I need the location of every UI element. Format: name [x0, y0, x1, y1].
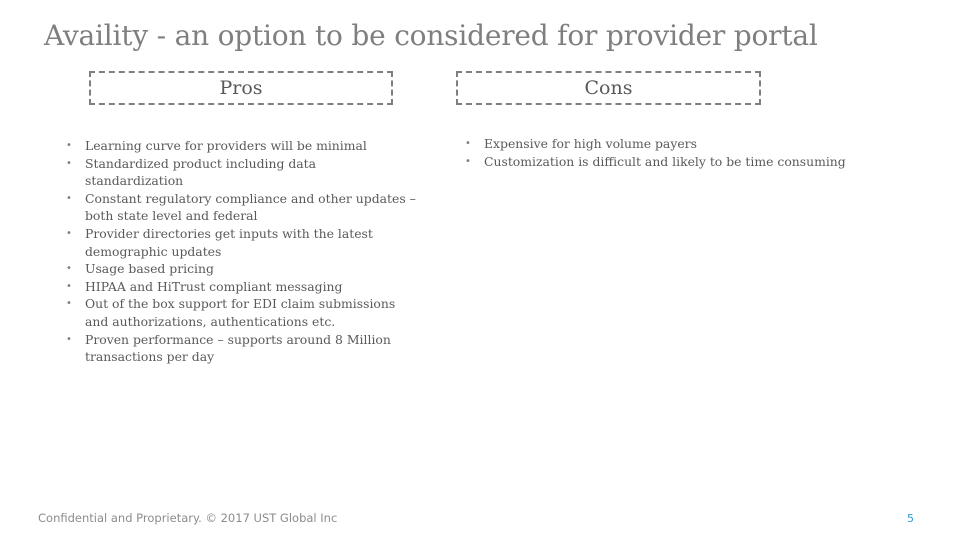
bullet-icon: •: [66, 157, 72, 169]
pros-item-text: Provider directories get inputs with the…: [85, 225, 373, 259]
pros-header-box: Pros: [89, 71, 393, 105]
bullet-icon: •: [465, 138, 471, 149]
pros-item-text: HIPAA and HiTrust compliant messaging: [85, 278, 343, 294]
pros-item-text: Usage based pricing: [85, 261, 214, 277]
list-item: • Constant regulatory compliance and othe…: [66, 190, 416, 225]
cons-list: • Expensive for high volume payers • Custo…: [465, 135, 905, 170]
list-item: • Proven performance – supports around 8 …: [66, 331, 416, 366]
bullet-icon: •: [66, 333, 72, 345]
bullet-icon: •: [66, 192, 72, 204]
bullet-icon: •: [66, 263, 72, 275]
footer-confidential: Confidential and Proprietary. © 2017 UST…: [38, 511, 338, 525]
list-item: • Learning curve for providers will be mi…: [66, 137, 416, 155]
list-item: • Usage based pricing: [66, 260, 416, 278]
pros-item-text: Learning curve for providers will be min…: [85, 138, 367, 153]
pros-item-text: Standardized product including data stan…: [85, 155, 317, 189]
list-item: • Provider directories get inputs with th…: [66, 225, 416, 260]
page-number: 5: [907, 512, 914, 525]
cons-item-text: Customization is difficult and likely to…: [484, 153, 846, 169]
cons-header-box: Cons: [456, 71, 761, 105]
pros-item-text: Proven performance – supports around 8 M…: [85, 331, 391, 365]
bullet-icon: •: [465, 155, 471, 167]
bullet-icon: •: [66, 298, 72, 310]
list-item: • Standardized product including data sta…: [66, 155, 416, 190]
list-item: • Out of the box support for EDI claim su…: [66, 295, 416, 330]
cons-item-text: Expensive for high volume payers: [484, 136, 697, 151]
bullet-icon: •: [66, 140, 72, 151]
slide-title: Availity - an option to be considered fo…: [44, 19, 818, 52]
bullet-icon: •: [66, 280, 72, 292]
pros-header-label: Pros: [219, 77, 263, 99]
list-item: • Expensive for high volume payers: [465, 135, 905, 153]
cons-header-label: Cons: [584, 77, 633, 99]
pros-item-text: Out of the box support for EDI claim sub…: [85, 296, 396, 329]
bullet-icon: •: [66, 227, 72, 239]
pros-list: • Learning curve for providers will be mi…: [66, 137, 416, 366]
pros-item-text: Constant regulatory compliance and other…: [85, 190, 416, 224]
list-item: • HIPAA and HiTrust compliant messaging: [66, 278, 416, 296]
list-item: • Customization is difficult and likely t…: [465, 153, 905, 171]
